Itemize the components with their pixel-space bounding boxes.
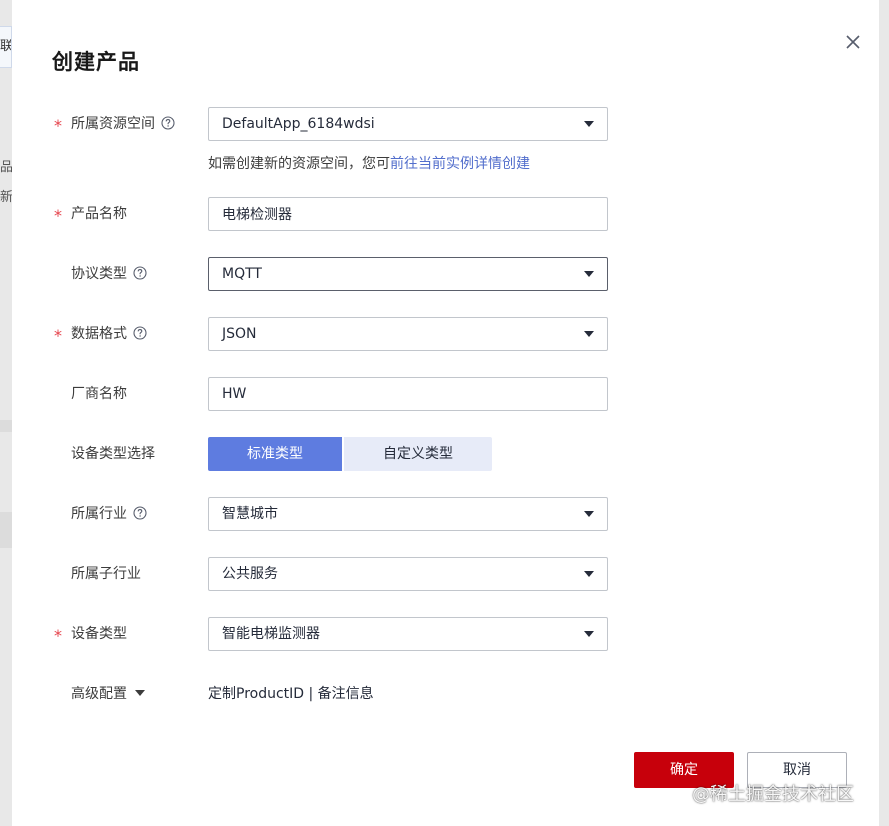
caret-down-icon — [584, 271, 594, 277]
label-text: 所属行业 — [71, 506, 127, 522]
select-value: JSON — [222, 326, 257, 342]
label-device-type-select: 设备类型选择 — [71, 446, 155, 462]
standard-type-button[interactable]: 标准类型 — [208, 437, 342, 471]
go-instance-detail-link[interactable]: 前往当前实例详情创建 — [390, 156, 530, 172]
required-mark: * — [54, 326, 62, 345]
label-protocol: 协议类型 — [71, 257, 147, 291]
row-vendor: 厂商名称 — [12, 377, 879, 411]
label-text: 数据格式 — [71, 326, 127, 342]
label-text: 协议类型 — [71, 266, 127, 282]
select-value: DefaultApp_6184wdsi — [222, 116, 375, 132]
vendor-name-input[interactable] — [208, 377, 608, 411]
create-product-dialog: 创建产品 * 所属资源空间 DefaultApp_6184wdsi 如需创建新的… — [12, 10, 879, 826]
data-format-select[interactable]: JSON — [208, 317, 608, 351]
row-product-name: * 产品名称 — [12, 197, 879, 231]
dialog-title: 创建产品 — [52, 50, 140, 74]
row-device-type-select: 设备类型选择 标准类型 自定义类型 — [12, 437, 879, 471]
background-block — [0, 420, 12, 432]
close-icon — [846, 35, 860, 49]
watermark: @稀土掘金技术社区 — [692, 784, 854, 805]
label-text: 高级配置 — [71, 686, 127, 702]
product-name-input[interactable] — [208, 197, 608, 231]
custom-type-button[interactable]: 自定义类型 — [344, 437, 492, 471]
caret-down-icon — [584, 511, 594, 517]
label-sub-industry: 所属子行业 — [71, 566, 141, 582]
caret-down-icon — [584, 631, 594, 637]
row-device-type: * 设备类型 智能电梯监测器 — [12, 617, 879, 651]
sub-industry-select[interactable]: 公共服务 — [208, 557, 608, 591]
advanced-config-summary: 定制ProductID | 备注信息 — [208, 686, 374, 702]
caret-down-icon — [584, 331, 594, 337]
background-block — [0, 512, 12, 548]
background-page — [0, 0, 12, 826]
required-mark: * — [54, 626, 62, 645]
select-value: MQTT — [222, 266, 262, 282]
label-vendor: 厂商名称 — [71, 386, 127, 402]
label-product-name: 产品名称 — [71, 206, 127, 222]
question-circle-icon[interactable] — [133, 266, 147, 280]
industry-select[interactable]: 智慧城市 — [208, 497, 608, 531]
row-industry: 所属行业 智慧城市 — [12, 497, 879, 531]
row-sub-industry: 所属子行业 公共服务 — [12, 557, 879, 591]
row-advanced: 高级配置 定制ProductID | 备注信息 — [12, 677, 879, 711]
label-resource-space: 所属资源空间 — [71, 107, 175, 141]
label-industry: 所属行业 — [71, 497, 147, 531]
row-data-format: * 数据格式 JSON — [12, 317, 879, 351]
label-data-format: 数据格式 — [71, 317, 147, 351]
select-value: 智慧城市 — [222, 506, 278, 522]
required-mark: * — [54, 206, 62, 225]
background-text: 新 — [0, 190, 12, 205]
hint-text: 如需创建新的资源空间，您可 — [208, 156, 390, 172]
caret-down-icon — [584, 571, 594, 577]
question-circle-icon[interactable] — [133, 506, 147, 520]
resource-space-hint: 如需创建新的资源空间，您可前往当前实例详情创建 — [208, 153, 530, 173]
close-button[interactable] — [843, 32, 863, 52]
question-circle-icon[interactable] — [161, 116, 175, 130]
select-value: 公共服务 — [222, 566, 278, 582]
caret-down-icon — [135, 690, 145, 696]
required-mark: * — [54, 116, 62, 135]
caret-down-icon — [584, 121, 594, 127]
row-resource-space: * 所属资源空间 DefaultApp_6184wdsi — [12, 107, 879, 141]
resource-space-select[interactable]: DefaultApp_6184wdsi — [208, 107, 608, 141]
background-text: 品 — [0, 160, 12, 175]
background-tab: 联 — [0, 26, 12, 68]
row-protocol: 协议类型 MQTT — [12, 257, 879, 291]
label-text: 所属资源空间 — [71, 116, 155, 132]
device-type-select[interactable]: 智能电梯监测器 — [208, 617, 608, 651]
advanced-config-toggle[interactable]: 高级配置 — [71, 677, 145, 711]
question-circle-icon[interactable] — [133, 326, 147, 340]
label-device-type: 设备类型 — [71, 626, 127, 642]
select-value: 智能电梯监测器 — [222, 626, 320, 642]
protocol-select[interactable]: MQTT — [208, 257, 608, 291]
background-page-right — [879, 0, 889, 826]
